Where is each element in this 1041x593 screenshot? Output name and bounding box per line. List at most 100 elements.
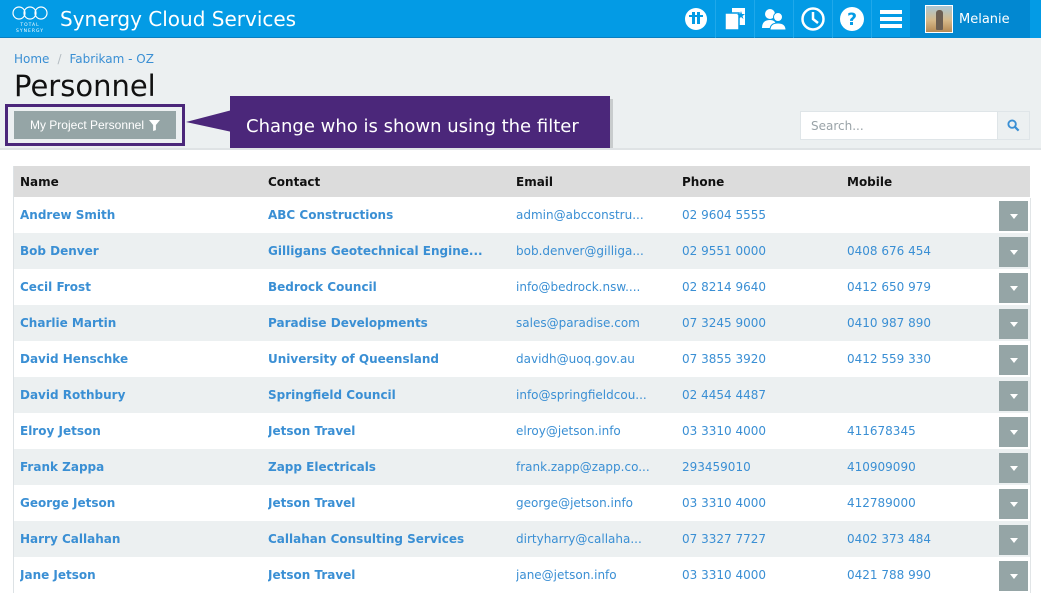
timesheet-clock-icon[interactable] (793, 0, 832, 38)
column-header-contact[interactable]: Contact (268, 175, 508, 189)
table-header: Name Contact Email Phone Mobile (14, 166, 1030, 197)
contact-company-link[interactable]: Jetson Travel (268, 424, 508, 438)
column-header-name[interactable]: Name (20, 175, 260, 189)
caret-down-icon (1009, 249, 1018, 255)
phone-link[interactable]: 07 3327 7727 (682, 532, 842, 546)
mobile-link[interactable]: 0410 987 890 (847, 316, 997, 330)
person-name-link[interactable]: Jane Jetson (20, 568, 260, 582)
email-link[interactable]: jane@jetson.info (516, 568, 676, 582)
person-name-link[interactable]: Elroy Jetson (20, 424, 260, 438)
column-header-email[interactable]: Email (516, 175, 676, 189)
row-actions-dropdown-button[interactable] (999, 273, 1028, 303)
phone-link[interactable]: 07 3855 3920 (682, 352, 842, 366)
phone-link[interactable]: 02 9551 0000 (682, 244, 842, 258)
table-row: Cecil Frost Bedrock Council info@bedrock.n… (14, 269, 1030, 305)
contact-company-link[interactable]: Zapp Electricals (268, 460, 508, 474)
email-link[interactable]: info@springfieldcou... (516, 388, 676, 402)
person-name-link[interactable]: Cecil Frost (20, 280, 260, 294)
search-button[interactable] (997, 111, 1030, 140)
caret-down-icon (1009, 321, 1018, 327)
table-row: David Henschke University of Queensland da… (14, 341, 1030, 377)
help-icon[interactable]: ? (832, 0, 871, 38)
search-input[interactable] (800, 111, 997, 140)
email-link[interactable]: dirtyharry@callaha... (516, 532, 676, 546)
row-actions-dropdown-button[interactable] (999, 561, 1028, 591)
row-actions-dropdown-button[interactable] (999, 453, 1028, 483)
menu-icon[interactable] (871, 0, 910, 38)
phone-link[interactable]: 293459010 (682, 460, 842, 474)
phone-link[interactable]: 03 3310 4000 (682, 424, 842, 438)
mobile-link[interactable]: 0412 650 979 (847, 280, 997, 294)
contact-company-link[interactable]: ABC Constructions (268, 208, 508, 222)
row-actions-dropdown-button[interactable] (999, 345, 1028, 375)
breadcrumb-home[interactable]: Home (14, 52, 49, 66)
caret-down-icon (1009, 357, 1018, 363)
person-name-link[interactable]: Harry Callahan (20, 532, 260, 546)
mobile-link[interactable]: 0402 373 484 (847, 532, 997, 546)
person-name-link[interactable]: David Henschke (20, 352, 260, 366)
email-link[interactable]: frank.zapp@zapp.co... (516, 460, 676, 474)
email-link[interactable]: davidh@uoq.gov.au (516, 352, 676, 366)
email-link[interactable]: elroy@jetson.info (516, 424, 676, 438)
page-title: Personnel (14, 69, 156, 103)
mobile-link[interactable]: 410909090 (847, 460, 997, 474)
total-synergy-logo[interactable]: TOTAL SYNERGY (11, 4, 49, 34)
person-name-link[interactable]: Frank Zappa (20, 460, 260, 474)
contact-company-link[interactable]: Gilligans Geotechnical Engine... (268, 244, 508, 258)
person-name-link[interactable]: George Jetson (20, 496, 260, 510)
table-row: Charlie Martin Paradise Developments sales… (14, 305, 1030, 341)
row-actions-dropdown-button[interactable] (999, 525, 1028, 555)
table-row: Bob Denver Gilligans Geotechnical Engine.… (14, 233, 1030, 269)
caret-down-icon (1009, 285, 1018, 291)
mobile-link[interactable]: 412789000 (847, 496, 997, 510)
person-name-link[interactable]: Charlie Martin (20, 316, 260, 330)
phone-link[interactable]: 02 9604 5555 (682, 208, 842, 222)
row-actions-dropdown-button[interactable] (999, 201, 1028, 231)
breadcrumb-company[interactable]: Fabrikam - OZ (69, 52, 153, 66)
email-link[interactable]: admin@abcconstru... (516, 208, 676, 222)
user-name: Melanie (959, 11, 1010, 27)
row-actions-dropdown-button[interactable] (999, 381, 1028, 411)
contact-company-link[interactable]: Callahan Consulting Services (268, 532, 508, 546)
contact-company-link[interactable]: Paradise Developments (268, 316, 508, 330)
caret-down-icon (1009, 213, 1018, 219)
contact-company-link[interactable]: Bedrock Council (268, 280, 508, 294)
row-actions-dropdown-button[interactable] (999, 309, 1028, 339)
row-actions-dropdown-button[interactable] (999, 417, 1028, 447)
column-header-phone[interactable]: Phone (682, 175, 842, 189)
caret-down-icon (1009, 537, 1018, 543)
breadcrumb-separator: / (57, 52, 62, 66)
email-link[interactable]: bob.denver@gilliga... (516, 244, 676, 258)
phone-link[interactable]: 07 3245 9000 (682, 316, 842, 330)
email-link[interactable]: info@bedrock.nsw.... (516, 280, 676, 294)
person-name-link[interactable]: David Rothbury (20, 388, 260, 402)
contact-company-link[interactable]: Springfield Council (268, 388, 508, 402)
mobile-link[interactable]: 0412 559 330 (847, 352, 997, 366)
contact-company-link[interactable]: University of Queensland (268, 352, 508, 366)
top-navigation-bar: TOTAL SYNERGY Synergy Cloud Services ? M… (0, 0, 1041, 38)
mobile-link[interactable]: 0421 788 990 (847, 568, 997, 582)
user-menu[interactable]: Melanie (910, 0, 1030, 38)
person-name-link[interactable]: Andrew Smith (20, 208, 260, 222)
phone-link[interactable]: 02 4454 4487 (682, 388, 842, 402)
projects-icon[interactable] (715, 0, 754, 38)
column-header-mobile[interactable]: Mobile (847, 175, 997, 189)
row-actions-dropdown-button[interactable] (999, 489, 1028, 519)
contact-company-link[interactable]: Jetson Travel (268, 496, 508, 510)
contacts-icon[interactable] (754, 0, 793, 38)
dashboard-icon[interactable] (676, 0, 715, 38)
phone-link[interactable]: 03 3310 4000 (682, 496, 842, 510)
personnel-table: Name Contact Email Phone Mobile Andrew S… (13, 166, 1030, 593)
person-name-link[interactable]: Bob Denver (20, 244, 260, 258)
mobile-link[interactable]: 411678345 (847, 424, 997, 438)
svg-text:SYNERGY: SYNERGY (16, 28, 44, 34)
contact-company-link[interactable]: Jetson Travel (268, 568, 508, 582)
personnel-filter-button[interactable]: My Project Personnel (14, 111, 176, 139)
row-actions-dropdown-button[interactable] (999, 237, 1028, 267)
phone-link[interactable]: 03 3310 4000 (682, 568, 842, 582)
email-link[interactable]: george@jetson.info (516, 496, 676, 510)
email-link[interactable]: sales@paradise.com (516, 316, 676, 330)
phone-link[interactable]: 02 8214 9640 (682, 280, 842, 294)
svg-text:TOTAL: TOTAL (19, 22, 39, 28)
mobile-link[interactable]: 0408 676 454 (847, 244, 997, 258)
